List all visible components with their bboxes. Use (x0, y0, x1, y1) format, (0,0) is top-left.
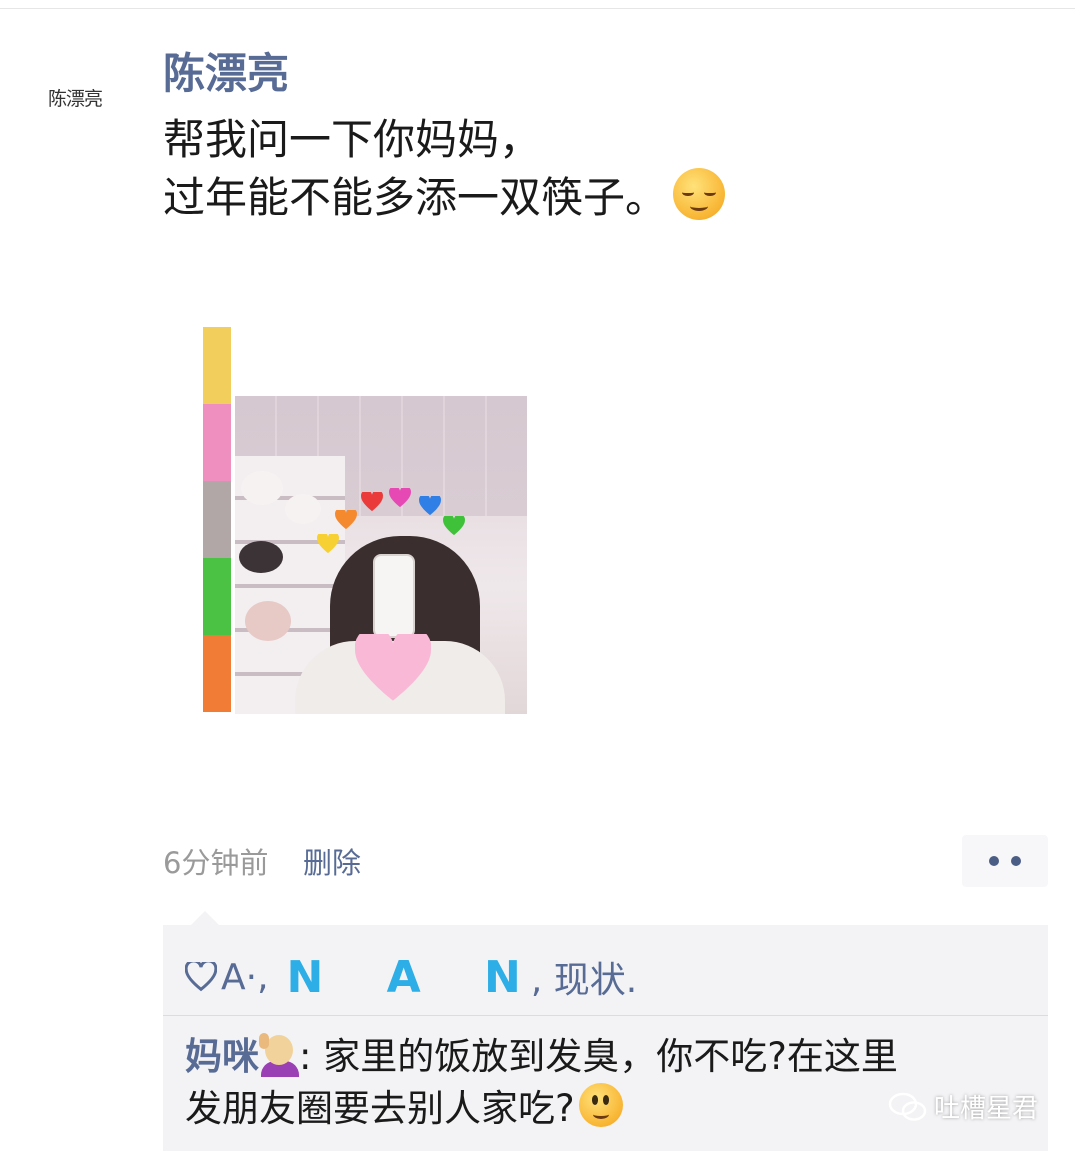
post-text-line-2: 过年能不能多添一双筷子。 (163, 168, 963, 226)
watermark: 吐槽星君 (888, 1088, 1038, 1125)
person-raising-hand-icon (259, 1033, 299, 1077)
likes-row: A·, N A N , 现状. (185, 949, 637, 1005)
top-divider (0, 8, 1075, 9)
post-text-line-2-content: 过年能不能多添一双筷子。 (163, 173, 668, 222)
relieved-face-icon (673, 168, 726, 220)
post-text: 帮我问一下你妈妈， 过年能不能多添一双筷子。 (163, 112, 963, 226)
more-dot-icon (1011, 856, 1021, 866)
green-heart-icon (443, 516, 465, 536)
like-heart-icon (185, 962, 217, 992)
pink-heart-sticker-icon (355, 634, 431, 704)
comment-text-1: : 家里的饭放到发臭，你不吃?在这里 (299, 1035, 898, 1078)
comment-line-1: 妈咪 : 家里的饭放到发臭，你不吃?在这里 (185, 1031, 1025, 1083)
color-strip-segment (203, 558, 231, 635)
photo-plush (245, 601, 291, 641)
color-strip-segment (203, 404, 231, 481)
wechat-icon (888, 1092, 927, 1121)
post-timestamp: 6分钟前 (163, 846, 269, 880)
liker-nan[interactable]: N A N (287, 952, 545, 1003)
smiling-face-icon (578, 1083, 623, 1127)
yellow-heart-icon (317, 534, 339, 554)
more-actions-button[interactable] (962, 835, 1048, 887)
red-heart-icon (361, 492, 383, 512)
watermark-text: 吐槽星君 (934, 1094, 1039, 1124)
post-author-name[interactable]: 陈漂亮 (163, 48, 289, 100)
orange-heart-icon (335, 510, 357, 530)
delete-link[interactable]: 删除 (303, 840, 361, 882)
pink-heart-icon (389, 488, 411, 508)
photo-phone (375, 556, 413, 636)
color-strip-segment (203, 327, 231, 404)
photo-plush (239, 541, 283, 573)
comment-text-2: 发朋友圈要去别人家吃? (185, 1087, 575, 1130)
liker-a[interactable]: A·, (221, 957, 269, 998)
post-photo[interactable] (235, 396, 527, 714)
color-strip (203, 327, 231, 712)
photo-plush (285, 494, 321, 524)
panel-arrow (191, 911, 219, 925)
avatar[interactable]: 陈漂亮 (48, 84, 118, 112)
liker-status[interactable]: , 现状. (531, 951, 637, 1003)
more-dot-icon (989, 856, 999, 866)
post-text-line-1: 帮我问一下你妈妈， (163, 115, 542, 164)
comment-author[interactable]: 妈咪 (185, 1035, 259, 1078)
photo-plush (241, 471, 283, 505)
likes-divider (163, 1015, 1048, 1016)
blue-heart-icon (419, 496, 441, 516)
color-strip-segment (203, 635, 231, 712)
color-strip-segment (203, 481, 231, 558)
